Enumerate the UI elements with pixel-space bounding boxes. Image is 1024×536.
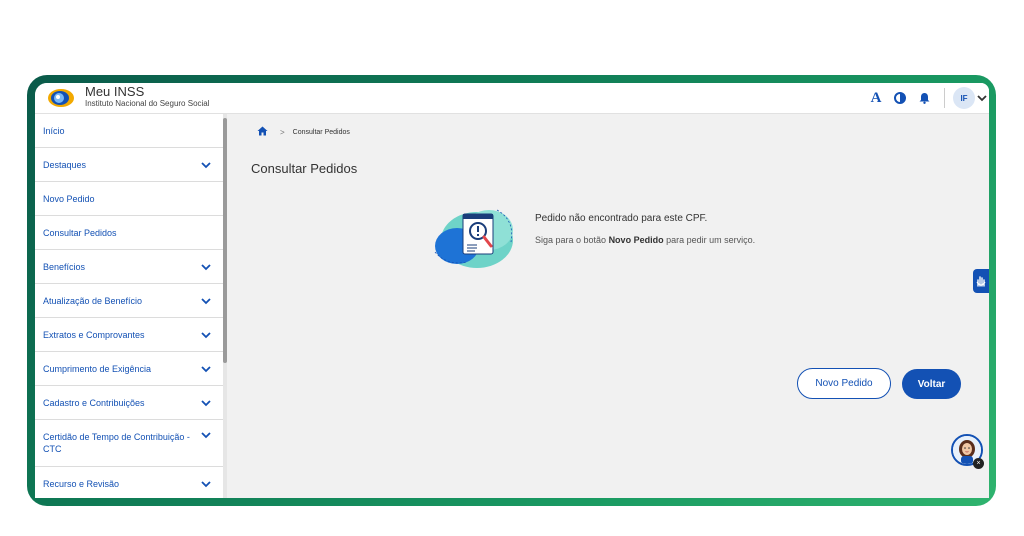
sidebar-item-label: Novo Pedido [43, 193, 95, 204]
chevron-down-icon [201, 480, 211, 487]
top-bar: Meu INSS Instituto Nacional do Seguro So… [35, 83, 989, 114]
chevron-down-icon [201, 331, 211, 338]
sidebar-item-recurso-e-revisao[interactable]: Recurso e Revisão [35, 467, 223, 498]
chevron-down-icon [201, 399, 211, 406]
font-size-button[interactable]: A [864, 90, 888, 107]
app-screen: Meu INSS Instituto Nacional do Seguro So… [35, 83, 989, 498]
inss-logo-icon[interactable] [47, 87, 75, 109]
sidebar-item-label: Consultar Pedidos [43, 227, 117, 238]
sidebar-item-label: Cumprimento de Exigência [43, 363, 152, 374]
top-actions: A IF [864, 83, 989, 113]
chevron-down-icon [201, 432, 211, 439]
sidebar: Início Destaques Novo Pedido Consultar P… [35, 114, 223, 498]
sidebar-item-novo-pedido[interactable]: Novo Pedido [35, 182, 223, 216]
new-request-button[interactable]: Novo Pedido [797, 368, 891, 399]
chevron-down-icon[interactable] [975, 83, 989, 113]
sidebar-item-certidao-ctc[interactable]: Certidão de Tempo de Contribuição - CTC [35, 420, 223, 467]
sidebar-item-label: Atualização de Benefício [43, 295, 143, 306]
chevron-down-icon [201, 297, 211, 304]
sidebar-item-atualizacao-de-beneficio[interactable]: Atualização de Benefício [35, 284, 223, 318]
sidebar-item-label: Benefícios [43, 261, 86, 272]
sidebar-item-label: Cadastro e Contribuições [43, 397, 145, 408]
page-title: Consultar Pedidos [251, 161, 358, 176]
sidebar-item-destaques[interactable]: Destaques [35, 148, 223, 182]
sidebar-item-extratos-e-comprovantes[interactable]: Extratos e Comprovantes [35, 318, 223, 352]
sidebar-item-label: Certidão de Tempo de Contribuição - CTC [43, 432, 190, 454]
hint-bold: Novo Pedido [608, 235, 664, 245]
chevron-down-icon [201, 365, 211, 372]
app-subtitle: Instituto Nacional do Seguro Social [85, 99, 210, 108]
assistant-close-button[interactable]: × [973, 458, 984, 469]
sidebar-item-label: Extratos e Comprovantes [43, 329, 145, 340]
empty-state-message: Pedido não encontrado para este CPF. [535, 213, 708, 224]
sidebar-item-inicio[interactable]: Início [35, 114, 223, 148]
sidebar-item-label: Recurso e Revisão [43, 478, 120, 489]
main-content: > Consultar Pedidos Consultar Pedidos Pe… [227, 114, 989, 498]
empty-state-hint: Siga para o botão Novo Pedido para pedir… [535, 235, 755, 245]
sidebar-item-consultar-pedidos[interactable]: Consultar Pedidos [35, 216, 223, 250]
bell-icon[interactable] [912, 83, 936, 113]
breadcrumb-separator: > [280, 127, 285, 137]
sidebar-item-beneficios[interactable]: Benefícios [35, 250, 223, 284]
hint-prefix: Siga para o botão [535, 235, 609, 245]
sidebar-item-cumprimento-de-exigencia[interactable]: Cumprimento de Exigência [35, 352, 223, 386]
sidebar-item-cadastro-e-contribuicoes[interactable]: Cadastro e Contribuições [35, 386, 223, 420]
app-title: Meu INSS [85, 84, 145, 99]
document-search-illustration-icon [427, 202, 522, 274]
sidebar-item-label: Destaques [43, 159, 87, 170]
breadcrumb-current: Consultar Pedidos [292, 128, 350, 136]
hint-suffix: para pedir um serviço. [663, 235, 756, 245]
contrast-icon[interactable] [888, 83, 912, 113]
sign-language-icon[interactable] [973, 269, 989, 293]
back-button[interactable]: Voltar [902, 369, 961, 399]
chevron-down-icon [201, 161, 211, 168]
breadcrumb: > Consultar Pedidos [257, 126, 350, 138]
chevron-down-icon [201, 263, 211, 270]
home-icon[interactable] [257, 126, 268, 138]
sidebar-item-label: Início [43, 125, 65, 136]
top-divider [944, 88, 945, 108]
user-avatar[interactable]: IF [953, 87, 975, 109]
